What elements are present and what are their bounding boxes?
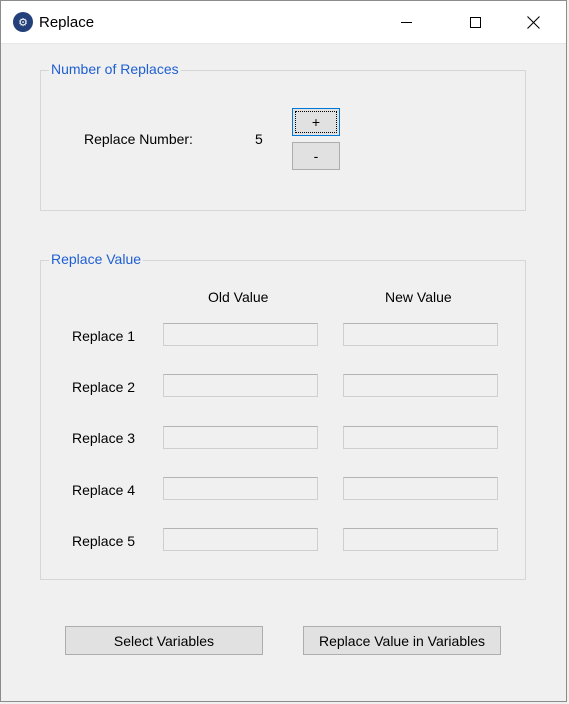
increment-button[interactable]: + (292, 108, 340, 136)
old-value-input[interactable] (163, 528, 318, 551)
value-group-legend: Replace Value (49, 251, 144, 267)
number-group-legend: Number of Replaces (49, 61, 181, 77)
old-value-input[interactable] (163, 477, 318, 500)
replace-row-label: Replace 3 (72, 430, 136, 446)
minimize-button[interactable] (383, 1, 429, 43)
decrement-button[interactable]: - (292, 142, 340, 170)
replace-row-label: Replace 4 (72, 482, 136, 498)
new-value-input[interactable] (343, 374, 498, 397)
maximize-icon (469, 16, 481, 28)
old-value-input[interactable] (163, 426, 318, 449)
new-value-input[interactable] (343, 426, 498, 449)
replace-number-label: Replace Number: (84, 131, 193, 147)
title-bar: ⚙ Replace (1, 1, 566, 44)
maximize-button[interactable] (452, 1, 498, 43)
minimize-icon (400, 21, 412, 23)
replace-row-label: Replace 5 (72, 533, 136, 549)
new-value-input[interactable] (343, 528, 498, 551)
window-title: Replace (39, 14, 95, 31)
close-icon (526, 15, 540, 29)
replace-in-variables-button[interactable]: Replace Value in Variables (303, 626, 501, 655)
replace-row-label: Replace 2 (72, 379, 136, 395)
new-value-input[interactable] (343, 477, 498, 500)
replace-number-value: 5 (255, 131, 263, 147)
old-value-input[interactable] (163, 323, 318, 346)
old-value-header: Old Value (208, 289, 269, 305)
close-button[interactable] (510, 1, 556, 43)
app-gear-icon: ⚙ (13, 12, 33, 32)
new-value-input[interactable] (343, 323, 498, 346)
select-variables-button[interactable]: Select Variables (65, 626, 263, 655)
replace-row-label: Replace 1 (72, 328, 136, 344)
new-value-header: New Value (385, 289, 452, 305)
old-value-input[interactable] (163, 374, 318, 397)
